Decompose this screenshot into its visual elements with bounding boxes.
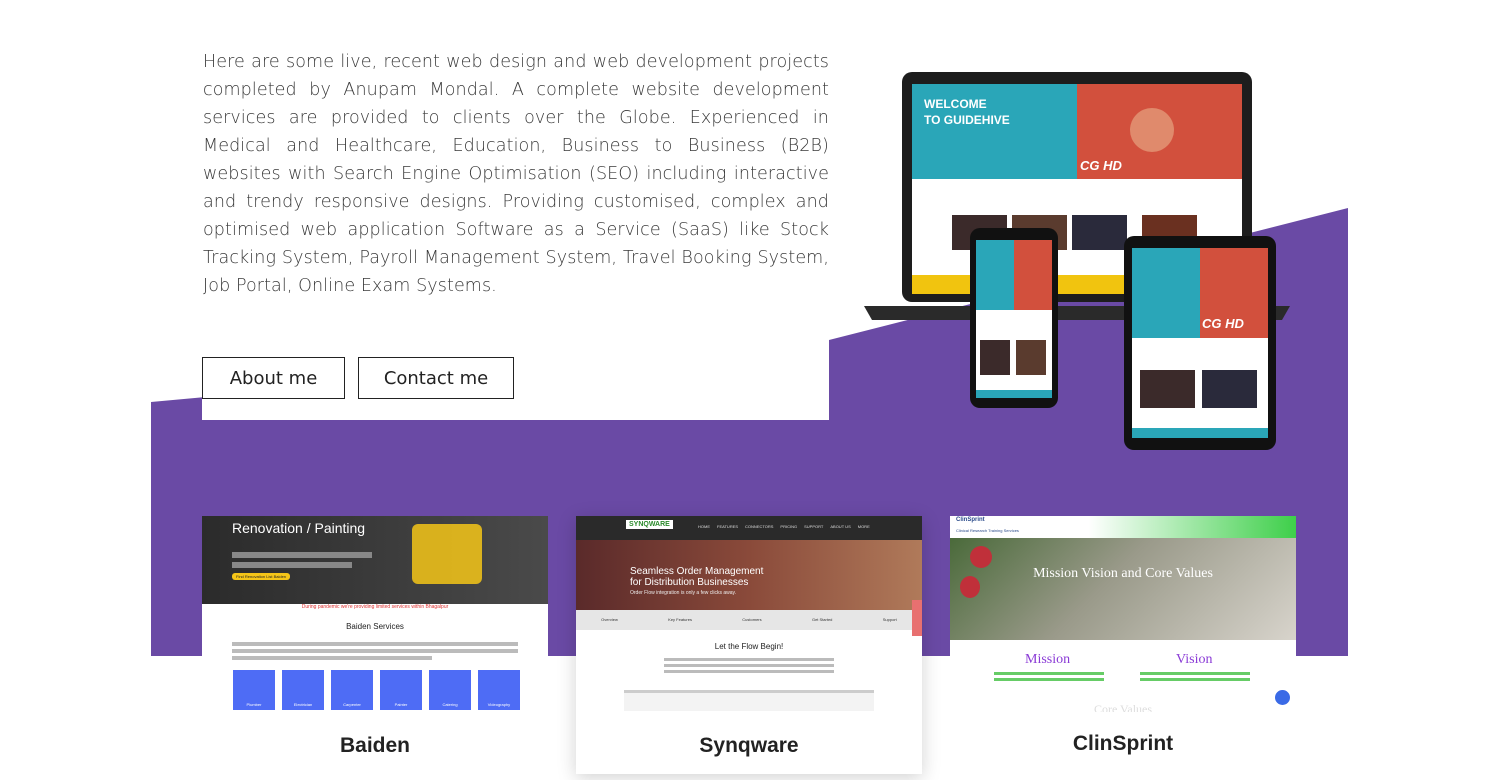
synqware-side-tab[interactable] bbox=[912, 600, 922, 636]
project-card-clinsprint[interactable]: ClinSprint Clinical Research Training Se… bbox=[950, 516, 1296, 756]
project-title-clinsprint[interactable]: ClinSprint bbox=[950, 732, 1296, 756]
synqware-logo[interactable]: SYNQWARE bbox=[626, 520, 673, 529]
synqware-desc-line-3 bbox=[664, 670, 834, 673]
synqware-hero-sub: Order Flow integration is only a few cli… bbox=[630, 590, 737, 596]
synqware-tab-customers[interactable]: Customers bbox=[742, 617, 761, 622]
synqware-tab-support[interactable]: Support bbox=[883, 617, 897, 622]
clinsprint-vision-text bbox=[1140, 672, 1250, 675]
synqware-nav-pricing[interactable]: PRICING bbox=[780, 524, 797, 529]
synqware-tabs: Overview Key Features Customers Get Star… bbox=[576, 617, 922, 622]
svg-text:TO GUIDEHIVE: TO GUIDEHIVE bbox=[924, 113, 1010, 127]
synqware-hero-line1: Seamless Order Management bbox=[630, 566, 764, 577]
clinsprint-logo[interactable]: ClinSprint bbox=[956, 517, 985, 523]
clinsprint-hero-title: Mission Vision and Core Values bbox=[1033, 566, 1213, 581]
service-tile-plumber[interactable]: Plumber bbox=[233, 670, 275, 710]
service-tile-videography[interactable]: Videography bbox=[478, 670, 520, 710]
synqware-tab-overview[interactable]: Overview bbox=[601, 617, 618, 622]
baiden-cta-button[interactable]: Find Renovation List Baiden bbox=[232, 573, 291, 580]
clinsprint-mission-text bbox=[994, 672, 1104, 675]
synqware-desc-line bbox=[664, 658, 834, 661]
service-tile-carpenter[interactable]: Carpenter bbox=[331, 670, 373, 710]
baiden-screenshot[interactable]: Renovation / Painting Find Renovation Li… bbox=[202, 516, 548, 712]
synqware-nav-about[interactable]: ABOUT US bbox=[830, 524, 850, 529]
baiden-hero-text bbox=[232, 552, 372, 558]
baiden-hero-text-2 bbox=[232, 562, 352, 568]
synqware-table-preview bbox=[624, 690, 874, 711]
clinsprint-core-values: Core Values bbox=[1093, 702, 1153, 712]
clinsprint-tagline: Clinical Research Training Services bbox=[956, 528, 1019, 533]
synqware-tab-key-features[interactable]: Key Features bbox=[668, 617, 692, 622]
service-tile-electrician[interactable]: Electrician bbox=[282, 670, 324, 710]
project-card-synqware[interactable]: SYNQWARE HOME FEATURES CONNECTORS PRICIN… bbox=[576, 516, 922, 774]
synqware-tab-get-started[interactable]: Get Started bbox=[812, 617, 832, 622]
synqware-nav-more[interactable]: MORE bbox=[858, 524, 870, 529]
svg-text:WELCOME: WELCOME bbox=[924, 97, 987, 111]
chat-icon[interactable] bbox=[1275, 690, 1290, 705]
synqware-nav-connectors[interactable]: CONNECTORS bbox=[745, 524, 773, 529]
baiden-services-heading: Baiden Services bbox=[346, 622, 404, 631]
tulip-decor-2 bbox=[970, 546, 992, 568]
baiden-desc-line bbox=[232, 642, 518, 646]
service-tile-catering[interactable]: Catering bbox=[429, 670, 471, 710]
synqware-nav-home[interactable]: HOME bbox=[698, 524, 710, 529]
synqware-nav-features[interactable]: FEATURES bbox=[717, 524, 738, 529]
devices-mockup-image: WELCOME TO GUIDEHIVE CG HD CG HD bbox=[864, 72, 1290, 450]
synqware-nav-support[interactable]: SUPPORT bbox=[804, 524, 823, 529]
synqware-hero-line2: for Distribution Businesses bbox=[630, 577, 749, 588]
baiden-desc-line-2 bbox=[232, 649, 518, 653]
svg-text:CG HD: CG HD bbox=[1080, 158, 1123, 173]
synqware-desc-line-2 bbox=[664, 664, 834, 667]
svg-text:CG HD: CG HD bbox=[1202, 316, 1245, 331]
project-title-baiden[interactable]: Baiden bbox=[202, 734, 548, 758]
baiden-hero-illustration bbox=[412, 524, 482, 584]
clinsprint-vision-heading: Vision bbox=[1176, 652, 1213, 667]
synqware-nav: HOME FEATURES CONNECTORS PRICING SUPPORT… bbox=[698, 524, 870, 529]
baiden-notice: During pandemic we're providing limited … bbox=[301, 604, 449, 610]
contact-me-button[interactable]: Contact me bbox=[358, 357, 514, 399]
clinsprint-mission-heading: Mission bbox=[1025, 652, 1071, 667]
clinsprint-mission-text-2 bbox=[994, 678, 1104, 681]
synqware-screenshot[interactable]: SYNQWARE HOME FEATURES CONNECTORS PRICIN… bbox=[576, 516, 922, 716]
intro-paragraph: Here are some live, recent web design an… bbox=[203, 52, 829, 296]
synqware-heading: Let the Flow Begin! bbox=[714, 642, 784, 651]
clinsprint-screenshot[interactable]: ClinSprint Clinical Research Training Se… bbox=[950, 516, 1296, 712]
clinsprint-vision-text-2 bbox=[1140, 678, 1250, 681]
about-me-button[interactable]: About me bbox=[202, 357, 345, 399]
project-title-synqware[interactable]: Synqware bbox=[576, 734, 922, 758]
service-tile-painter[interactable]: Painter bbox=[380, 670, 422, 710]
baiden-hero-title: Renovation / Painting bbox=[232, 520, 366, 536]
baiden-desc-line-3 bbox=[232, 656, 432, 660]
project-card-baiden[interactable]: Renovation / Painting Find Renovation Li… bbox=[202, 516, 548, 758]
